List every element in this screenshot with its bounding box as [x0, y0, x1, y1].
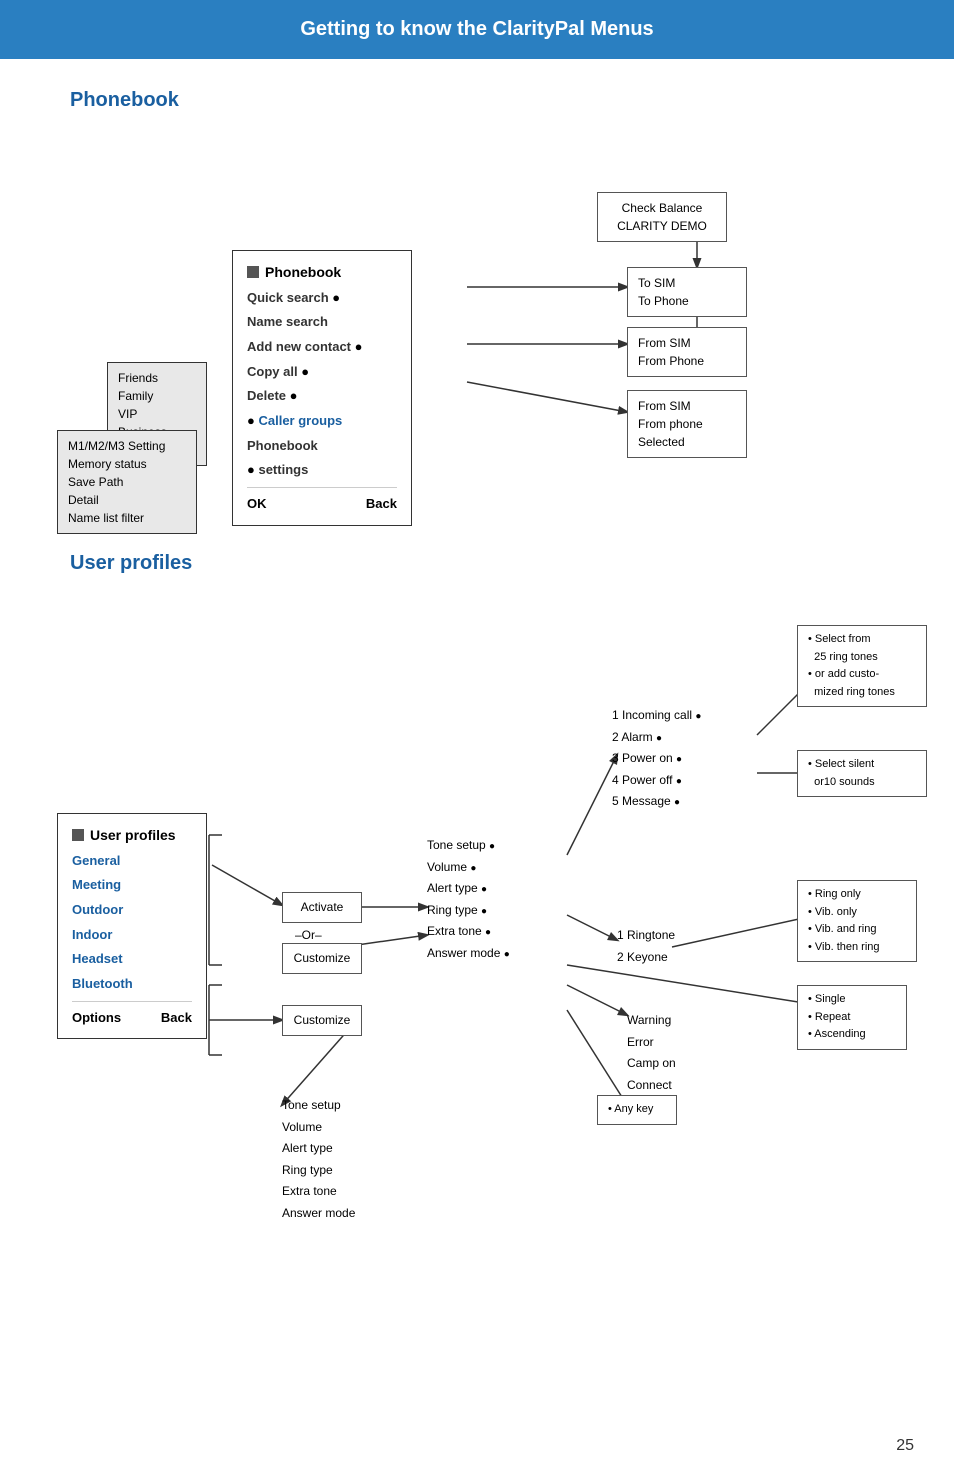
from-sim-phone-selected-box: From SIMFrom phoneSelected: [627, 390, 747, 458]
phonebook-menu-header: Phonebook: [247, 259, 397, 286]
menu-item-headset: Headset: [72, 947, 192, 972]
menu-item-quick-search: Quick search ●: [247, 286, 397, 311]
menu-item-phonebook-settings: Phonebook: [247, 434, 397, 459]
ts-item-1: Tone setup ●: [427, 835, 510, 857]
anykey-box: • Any key: [597, 1095, 677, 1125]
menu-item-delete: Delete ●: [247, 384, 397, 409]
menu-item-indoor: Indoor: [72, 923, 192, 948]
menu-icon-user: [72, 829, 84, 841]
phonebook-diagram: Check BalanceCLARITY DEMO To SIMTo Phone…: [37, 132, 917, 492]
customize-box-1: Customize: [282, 943, 362, 974]
from-sim-phone-box: From SIMFrom Phone: [627, 327, 747, 377]
ts-item-4: Ring type ●: [427, 900, 510, 922]
menu-item-add-contact: Add new contact ●: [247, 335, 397, 360]
tone-setup-list: Tone setup ● Volume ● Alert type ● Ring …: [427, 835, 510, 965]
ts-item-2: Volume ●: [427, 857, 510, 879]
menu-icon: [247, 266, 259, 278]
user-profiles-menu-footer: Options Back: [72, 1001, 192, 1031]
phonebook-menu-footer: OK Back: [247, 487, 397, 517]
phonebook-section-title: Phonebook: [70, 89, 924, 112]
phonebook-settings-list: M1/M2/M3 SettingMemory statusSave PathDe…: [57, 430, 197, 534]
menu-item-general: General: [72, 849, 192, 874]
ring-options-box: • Ring only• Vib. only• Vib. and ring• V…: [797, 880, 917, 962]
menu-item-outdoor: Outdoor: [72, 898, 192, 923]
silent10-box: • Select silent or10 sounds: [797, 750, 927, 797]
phonebook-menu-box: Phonebook Quick search ● Name search Add…: [232, 250, 412, 526]
ts-item-5: Extra tone ●: [427, 921, 510, 943]
user-profiles-menu-box: User profiles General Meeting Outdoor In…: [57, 813, 207, 1039]
tone-setup-list-2: Tone setup Volume Alert type Ring type E…: [282, 1095, 355, 1225]
ts-item-6: Answer mode ●: [427, 943, 510, 965]
user-profiles-menu-header: User profiles: [72, 822, 192, 849]
ts-item-3: Alert type ●: [427, 878, 510, 900]
menu-item-copy-all: Copy all ●: [247, 360, 397, 385]
check-balance-box: Check BalanceCLARITY DEMO: [597, 192, 727, 242]
single-repeat-box: • Single• Repeat• Ascending: [797, 985, 907, 1050]
activate-box: Activate: [282, 892, 362, 923]
menu-item-settings: ● settings: [247, 458, 397, 483]
phonebook-section: Phonebook: [0, 89, 954, 492]
menu-item-meeting: Meeting: [72, 873, 192, 898]
menu-item-name-search: Name search: [247, 310, 397, 335]
menu-item-caller-groups: ● Caller groups: [247, 409, 397, 434]
menu-item-bluetooth: Bluetooth: [72, 972, 192, 997]
page-header: Getting to know the ClarityPal Menus: [0, 0, 954, 59]
or-text: –Or–: [295, 928, 322, 942]
page-title: Getting to know the ClarityPal Menus: [300, 18, 653, 40]
customize-box-2: Customize: [282, 1005, 362, 1036]
userprofiles-section: User profiles: [0, 552, 954, 1245]
ringtone-keyone-box: 1 Ringtone 2 Keyone: [617, 925, 675, 968]
incoming-call-box: 1 Incoming call ● 2 Alarm ● 3 Power on ●…: [612, 705, 701, 813]
warning-box: Warning Error Camp on Connect: [627, 1010, 676, 1096]
page-number: 25: [896, 1437, 914, 1455]
userprofiles-section-title: User profiles: [70, 552, 924, 575]
to-sim-phone-box: To SIMTo Phone: [627, 267, 747, 317]
userprofiles-diagram: User profiles General Meeting Outdoor In…: [37, 595, 917, 1245]
ring25-box: • Select from 25 ring tones• or add cust…: [797, 625, 927, 707]
